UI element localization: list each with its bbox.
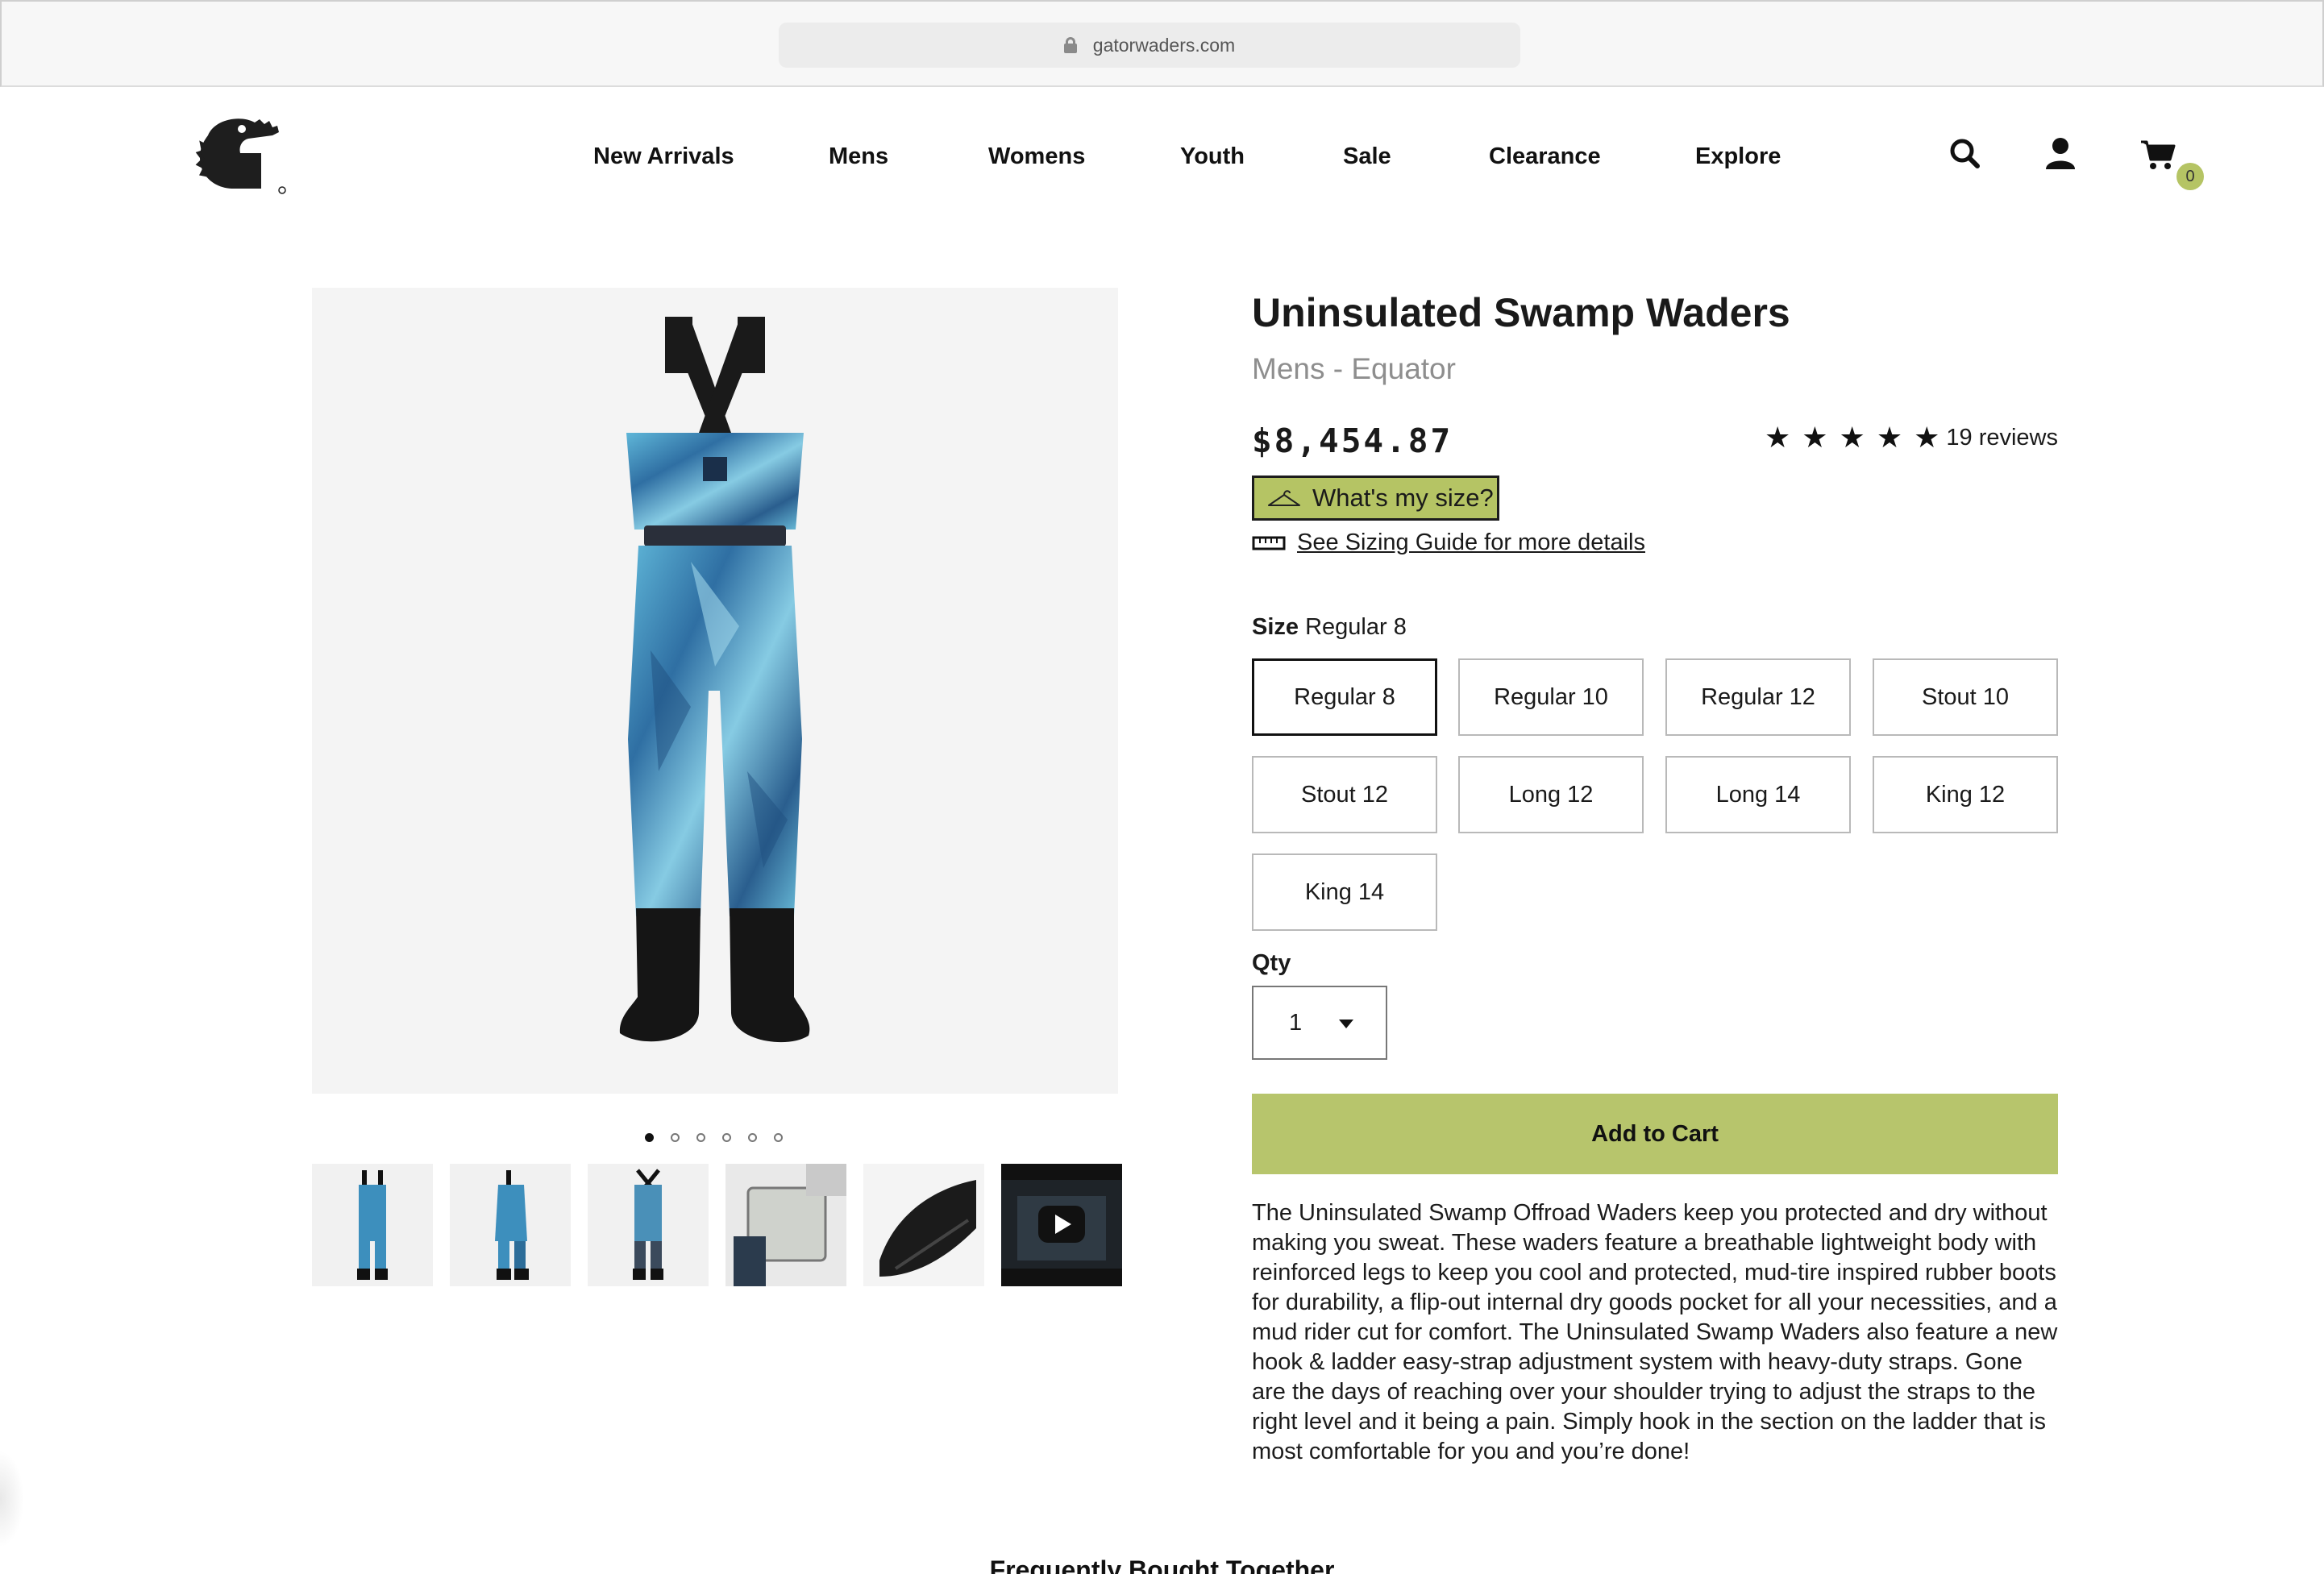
size-selected-value: Regular 8: [1305, 614, 1407, 640]
size-option-regular-8[interactable]: Regular 8: [1252, 658, 1437, 736]
nav-mens[interactable]: Mens: [829, 143, 888, 170]
hanger-icon: [1268, 490, 1300, 506]
frequently-bought-heading: Frequently Bought Together: [989, 1555, 1335, 1574]
product-title: Uninsulated Swamp Waders: [1252, 290, 1790, 335]
star-icon: ★: [1802, 421, 1828, 454]
size-option-stout-12[interactable]: Stout 12: [1252, 756, 1437, 833]
caret-down-icon: [1339, 1020, 1353, 1028]
review-count[interactable]: 19 reviews: [1946, 425, 2058, 451]
star-icon: ★: [1914, 421, 1940, 454]
star-icon: ★: [1876, 421, 1903, 454]
thumbnail-side-view[interactable]: [450, 1164, 571, 1286]
gallery-dot[interactable]: [748, 1133, 757, 1142]
star-icon: ★: [1839, 421, 1865, 454]
thumbnail-back-view[interactable]: [588, 1164, 709, 1286]
add-to-cart-button[interactable]: Add to Cart: [1252, 1094, 2058, 1174]
size-heading: Size Regular 8: [1252, 614, 1407, 641]
size-option-long-12[interactable]: Long 12: [1458, 756, 1644, 833]
gallery-pagination: [645, 1133, 783, 1142]
size-option-king-14[interactable]: King 14: [1252, 853, 1437, 931]
nav-sale[interactable]: Sale: [1343, 143, 1391, 170]
chat-widget-edge: [0, 1451, 24, 1547]
size-option-king-12[interactable]: King 12: [1873, 756, 2058, 833]
cart-count-badge: 0: [2176, 163, 2204, 190]
thumbnail-front-view[interactable]: [312, 1164, 433, 1286]
site-header: New Arrivals Mens Womens Youth Sale Clea…: [0, 87, 2324, 224]
star-icon: ★: [1764, 421, 1791, 454]
gallery-dot[interactable]: [671, 1133, 680, 1142]
gallery-dot[interactable]: [722, 1133, 731, 1142]
thumbnail-video[interactable]: [1001, 1164, 1122, 1286]
size-option-stout-10[interactable]: Stout 10: [1873, 658, 2058, 736]
browser-toolbar: gatorwaders.com: [0, 0, 2324, 87]
product-rating[interactable]: ★ ★ ★ ★ ★ 19 reviews: [1765, 423, 2058, 452]
product-subtitle: Mens - Equator: [1252, 352, 1456, 385]
whats-my-size-button[interactable]: What's my size?: [1252, 476, 1499, 521]
thumbnail-pocket-detail[interactable]: [725, 1164, 846, 1286]
gallery-dot[interactable]: [645, 1133, 654, 1142]
nav-explore[interactable]: Explore: [1695, 143, 1781, 170]
nav-clearance[interactable]: Clearance: [1489, 143, 1601, 170]
gallery-dot[interactable]: [774, 1133, 783, 1142]
qty-label: Qty: [1252, 950, 1291, 976]
sizing-guide-link[interactable]: See Sizing Guide for more details: [1252, 530, 1645, 556]
size-option-regular-10[interactable]: Regular 10: [1458, 658, 1644, 736]
waders-image: [619, 317, 810, 1043]
address-bar[interactable]: gatorwaders.com: [779, 23, 1520, 68]
size-heading-label: Size: [1252, 614, 1299, 640]
cart-icon[interactable]: [2138, 134, 2178, 174]
whats-my-size-label: What's my size?: [1312, 484, 1494, 512]
gallery-thumbnails: [312, 1164, 1122, 1286]
thumbnail-boot-detail[interactable]: [863, 1164, 984, 1286]
nav-womens[interactable]: Womens: [988, 143, 1085, 170]
ruler-icon: [1252, 536, 1286, 550]
qty-select[interactable]: 1: [1252, 986, 1387, 1060]
star-rating: ★ ★ ★ ★ ★: [1765, 423, 1939, 452]
address-bar-url: gatorwaders.com: [1092, 34, 1236, 56]
gallery-dot[interactable]: [696, 1133, 705, 1142]
nav-new-arrivals[interactable]: New Arrivals: [593, 143, 734, 170]
size-option-regular-12[interactable]: Regular 12: [1665, 658, 1851, 736]
qty-value: 1: [1289, 1009, 1303, 1036]
search-icon[interactable]: [1945, 134, 1985, 174]
lock-icon: [1063, 37, 1077, 53]
sizing-guide-label: See Sizing Guide for more details: [1297, 530, 1645, 555]
product-description: The Uninsulated Swamp Offroad Waders kee…: [1252, 1200, 2058, 1464]
size-option-long-14[interactable]: Long 14: [1665, 756, 1851, 833]
product-main-image[interactable]: [312, 288, 1118, 1094]
product-price: $8,454.87: [1252, 422, 1453, 460]
account-icon[interactable]: [2040, 134, 2081, 174]
nav-youth[interactable]: Youth: [1180, 143, 1245, 170]
